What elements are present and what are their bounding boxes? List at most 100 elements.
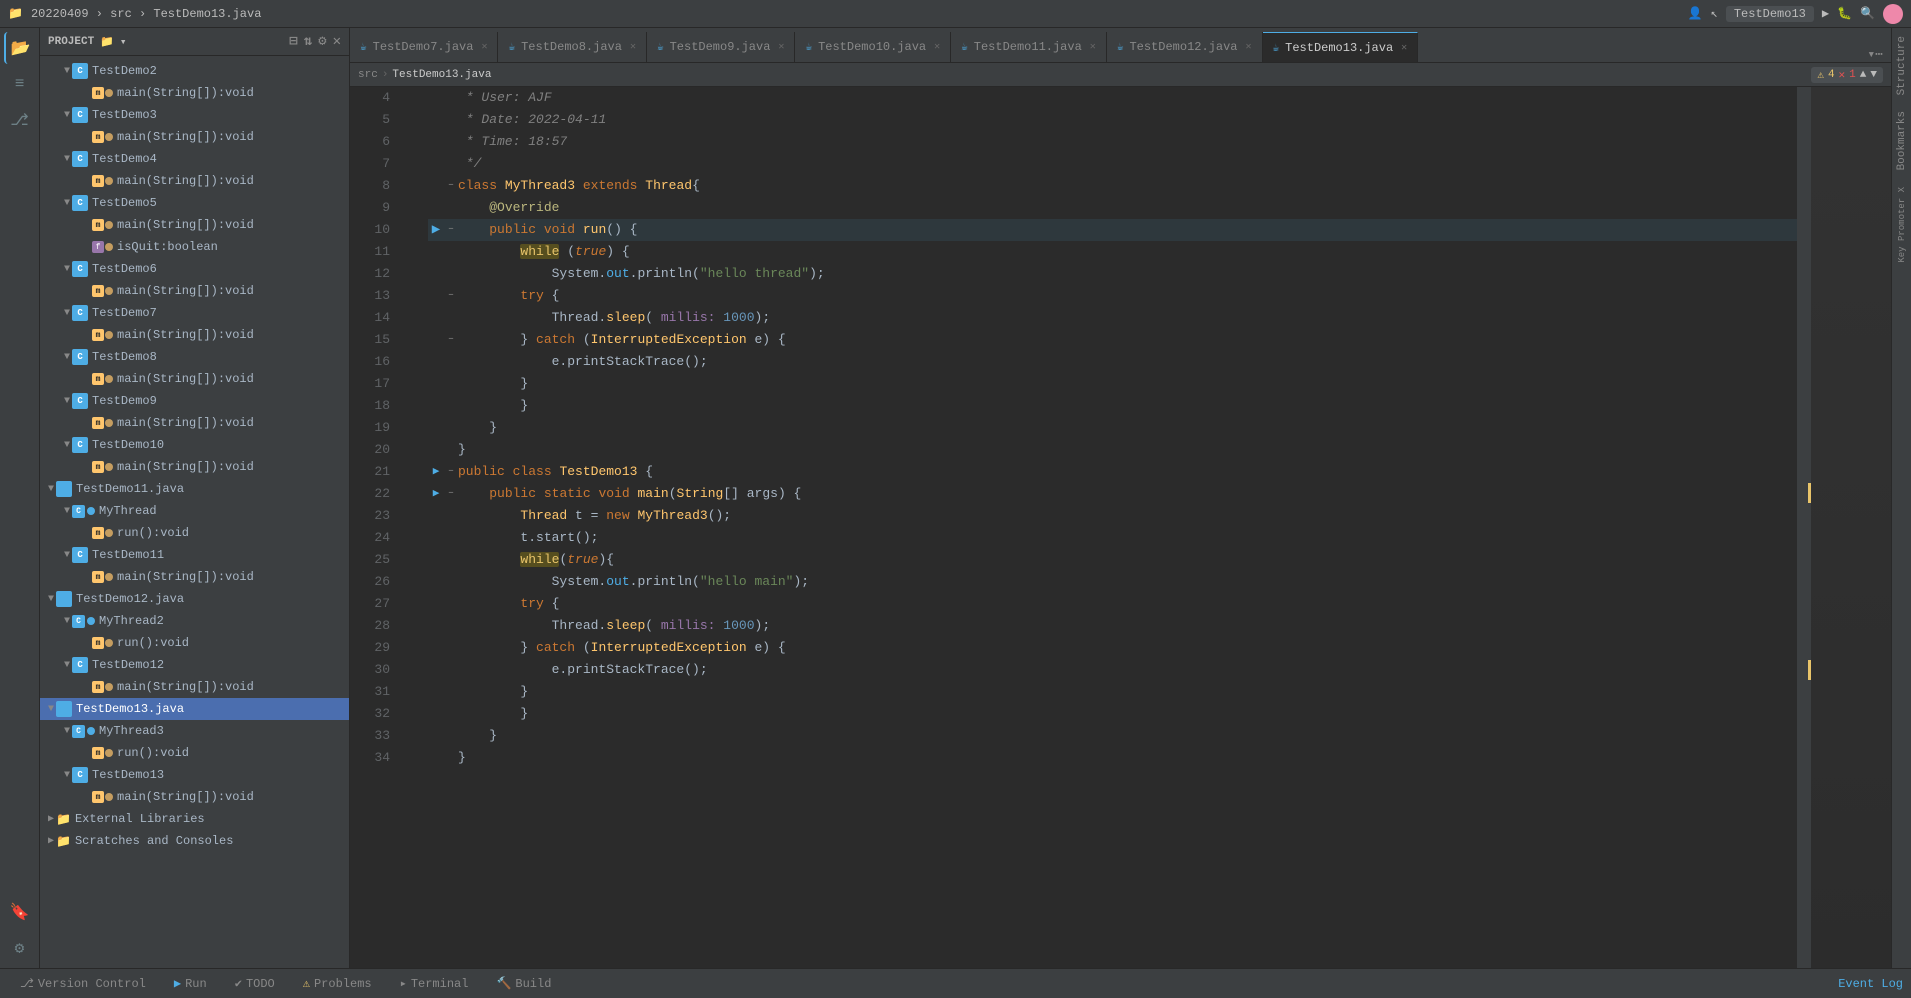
code-content[interactable]: * User: AJF * Date: 2022-04-11 * Time: 1… — [420, 87, 1797, 968]
search-icon[interactable]: 🔍 — [1860, 6, 1875, 21]
project-view-icon[interactable]: 📂 — [4, 32, 36, 64]
nav-up-icon[interactable]: ▲ — [1860, 69, 1867, 81]
sidebar-item-testdemo11-main[interactable]: mmain(String[]):void — [40, 566, 349, 588]
sidebar-item-testdemo9[interactable]: ▼CTestDemo9 — [40, 390, 349, 412]
code-text-4: * User: AJF — [458, 87, 552, 109]
settings-icon[interactable]: ⚙ — [4, 932, 36, 964]
tab-problems[interactable]: ⚠ Problems — [291, 972, 384, 995]
tab-version-control[interactable]: ⎇ Version Control — [8, 972, 158, 995]
sidebar-item-testdemo12-main[interactable]: mmain(String[]):void — [40, 676, 349, 698]
sort-icon[interactable]: ⇅ — [304, 33, 312, 50]
code-text-30: e.printStackTrace(); — [458, 659, 708, 681]
code-text-25: while(true){ — [458, 549, 614, 571]
event-log[interactable]: Event Log — [1838, 976, 1903, 991]
tab-terminal[interactable]: ▸ Terminal — [388, 972, 481, 995]
gear-icon[interactable]: ⚙ — [318, 33, 326, 50]
sidebar-item-testdemo7-main[interactable]: mmain(String[]):void — [40, 324, 349, 346]
sidebar-item-testdemo13-java[interactable]: ▼TestDemo13.java — [40, 698, 349, 720]
tab-build[interactable]: 🔨 Build — [484, 972, 563, 995]
run-line-btn[interactable]: ▶ — [433, 483, 440, 505]
sidebar-item-testdemo8-main[interactable]: mmain(String[]):void — [40, 368, 349, 390]
sidebar-item-mythread[interactable]: ▼CMyThread — [40, 500, 349, 522]
fold-icon[interactable]: – — [448, 285, 454, 307]
tab-close-btn[interactable]: ✕ — [1245, 41, 1251, 53]
debug-icon[interactable]: 🐛 — [1837, 6, 1852, 21]
run-line-btn[interactable]: ▶ — [433, 461, 440, 483]
run-config-icon[interactable]: ▶ — [1822, 6, 1829, 21]
tab-tab-10[interactable]: ☕TestDemo10.java✕ — [795, 32, 951, 62]
sidebar-item-testdemo6-main[interactable]: mmain(String[]):void — [40, 280, 349, 302]
fold-icon[interactable]: – — [448, 175, 454, 197]
sidebar-item-testdemo5-main[interactable]: mmain(String[]):void — [40, 214, 349, 236]
tab-tab-12[interactable]: ☕TestDemo12.java✕ — [1107, 32, 1263, 62]
vcs-icon[interactable]: ↖ — [1711, 6, 1718, 21]
sidebar-item-testdemo8[interactable]: ▼CTestDemo8 — [40, 346, 349, 368]
label-testdemo2-main: main(String[]):void — [117, 86, 254, 100]
collapse-all-icon[interactable]: ⊟ — [289, 33, 297, 50]
bookmarks-activity-icon[interactable]: 🔖 — [4, 896, 36, 928]
git-activity-icon[interactable]: ⎇ — [4, 104, 36, 136]
sidebar-dropdown-icon[interactable]: ▾ — [120, 35, 127, 49]
sidebar-item-mythread3-run[interactable]: mrun():void — [40, 742, 349, 764]
sidebar-item-testdemo12[interactable]: ▼CTestDemo12 — [40, 654, 349, 676]
sidebar-item-testdemo2-main[interactable]: mmain(String[]):void — [40, 82, 349, 104]
structure-panel-label[interactable]: Structure — [1894, 28, 1910, 103]
sidebar-item-testdemo12-java[interactable]: ▼TestDemo12.java — [40, 588, 349, 610]
close-sidebar-icon[interactable]: ✕ — [333, 33, 341, 50]
tab-tab-9[interactable]: ☕TestDemo9.java✕ — [647, 32, 795, 62]
tab-run[interactable]: ▶ Run — [162, 972, 219, 995]
line-number-31: 31 — [350, 681, 390, 703]
project-folder-icon: 📁 — [8, 6, 23, 21]
sidebar-item-testdemo13[interactable]: ▼CTestDemo13 — [40, 764, 349, 786]
account-icon[interactable]: 👤 — [1688, 6, 1703, 21]
tab-tab-8[interactable]: ☕TestDemo8.java✕ — [498, 32, 646, 62]
sidebar-item-testdemo10-main[interactable]: mmain(String[]):void — [40, 456, 349, 478]
sidebar-item-testdemo9-main[interactable]: mmain(String[]):void — [40, 412, 349, 434]
sidebar-item-mythread2[interactable]: ▼CMyThread2 — [40, 610, 349, 632]
fold-icon[interactable]: – — [448, 483, 454, 505]
sidebar-item-testdemo4-main[interactable]: mmain(String[]):void — [40, 170, 349, 192]
fold-icon[interactable]: – — [448, 329, 454, 351]
sidebar-item-external-libs[interactable]: ▶📁External Libraries — [40, 808, 349, 830]
tab-todo[interactable]: ✔ TODO — [223, 972, 287, 995]
sidebar-item-testdemo4[interactable]: ▼CTestDemo4 — [40, 148, 349, 170]
sidebar-item-testdemo3-main[interactable]: mmain(String[]):void — [40, 126, 349, 148]
more-tabs-icon[interactable]: ⋯ — [1875, 47, 1883, 62]
tab-close-btn[interactable]: ✕ — [1401, 42, 1407, 54]
sidebar-item-testdemo2[interactable]: ▼CTestDemo2 — [40, 60, 349, 82]
sidebar-item-testdemo11-java[interactable]: ▼TestDemo11.java — [40, 478, 349, 500]
tab-close-btn[interactable]: ✕ — [481, 41, 487, 53]
editor-area: ☕TestDemo7.java✕☕TestDemo8.java✕☕TestDem… — [350, 28, 1891, 968]
tab-tab-11[interactable]: ☕TestDemo11.java✕ — [951, 32, 1107, 62]
tab-tab-13[interactable]: ☕TestDemo13.java✕ — [1263, 32, 1419, 62]
todo-tab-icon: ✔ — [235, 976, 242, 991]
keypromoter-panel-label[interactable]: Key Promoter X — [1895, 179, 1909, 271]
tab-close-btn[interactable]: ✕ — [934, 41, 940, 53]
sidebar-item-testdemo10[interactable]: ▼CTestDemo10 — [40, 434, 349, 456]
sidebar-item-mythread-run[interactable]: mrun():void — [40, 522, 349, 544]
sidebar-item-scratches[interactable]: ▶📁Scratches and Consoles — [40, 830, 349, 852]
sidebar-item-testdemo7[interactable]: ▼CTestDemo7 — [40, 302, 349, 324]
fold-icon[interactable]: – — [448, 219, 454, 241]
tab-close-btn[interactable]: ✕ — [630, 41, 636, 53]
tab-tab-7[interactable]: ☕TestDemo7.java✕ — [350, 32, 498, 62]
chevron-down-icon[interactable]: ▾ — [1867, 47, 1875, 62]
sidebar-item-testdemo6[interactable]: ▼CTestDemo6 — [40, 258, 349, 280]
tab-overflow[interactable]: ▾ ⋯ — [1859, 47, 1891, 62]
sidebar-item-testdemo3[interactable]: ▼CTestDemo3 — [40, 104, 349, 126]
nav-down-icon[interactable]: ▼ — [1870, 69, 1877, 81]
tab-close-btn[interactable]: ✕ — [1090, 41, 1096, 53]
sidebar-item-mythread2-run[interactable]: mrun():void — [40, 632, 349, 654]
sidebar-item-mythread3[interactable]: ▼CMyThread3 — [40, 720, 349, 742]
structure-icon[interactable]: ≡ — [4, 68, 36, 100]
line-number-19: 19 — [350, 417, 390, 439]
bookmarks-panel-label[interactable]: Bookmarks — [1894, 103, 1910, 178]
sidebar-item-testdemo5-isquit[interactable]: fisQuit:boolean — [40, 236, 349, 258]
sidebar-item-testdemo5[interactable]: ▼CTestDemo5 — [40, 192, 349, 214]
sidebar-item-testdemo11[interactable]: ▼CTestDemo11 — [40, 544, 349, 566]
sidebar-item-testdemo13-main[interactable]: mmain(String[]):void — [40, 786, 349, 808]
fold-icon[interactable]: – — [448, 461, 454, 483]
tab-close-btn[interactable]: ✕ — [778, 41, 784, 53]
scrollbar[interactable] — [1797, 87, 1811, 968]
user-avatar[interactable] — [1883, 4, 1903, 24]
